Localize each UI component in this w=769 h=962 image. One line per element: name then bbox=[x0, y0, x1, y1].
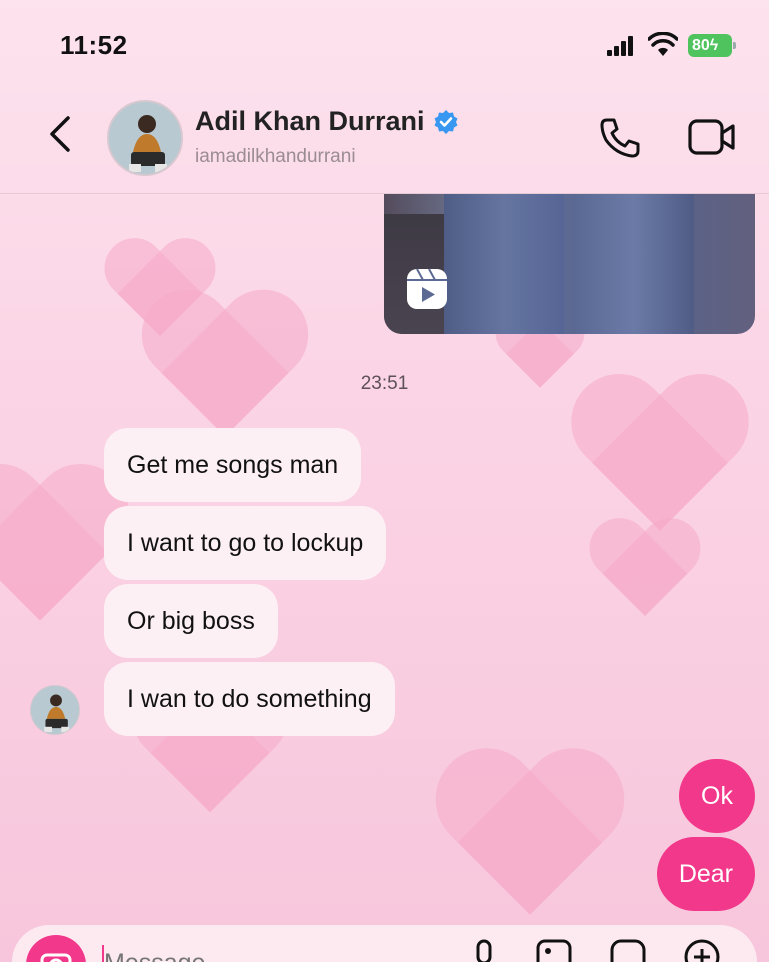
incoming-message[interactable]: Or big boss bbox=[104, 584, 278, 658]
camera-icon bbox=[40, 953, 72, 962]
camera-button[interactable] bbox=[26, 935, 86, 962]
outgoing-message[interactable]: Dear bbox=[656, 837, 755, 911]
add-icon[interactable] bbox=[682, 937, 722, 962]
status-bar: 11:52 80ϟ bbox=[0, 0, 769, 92]
message-composer bbox=[12, 925, 757, 962]
microphone-icon[interactable] bbox=[464, 937, 504, 962]
message-input[interactable] bbox=[104, 943, 404, 962]
outgoing-message[interactable]: Ok bbox=[679, 759, 755, 833]
wifi-icon bbox=[648, 32, 678, 56]
contact-name: Adil Khan Durrani bbox=[195, 106, 425, 136]
incoming-message[interactable]: Get me songs man bbox=[104, 428, 362, 502]
person-avatar-icon bbox=[31, 686, 79, 734]
sticker-icon[interactable] bbox=[608, 937, 648, 962]
charging-bolt-icon: ϟ bbox=[709, 37, 719, 54]
battery-indicator: 80ϟ bbox=[688, 34, 736, 57]
back-arrow-icon[interactable] bbox=[44, 114, 74, 154]
person-avatar-icon bbox=[109, 102, 181, 174]
contact-handle: iamadilkhandurrani bbox=[195, 146, 356, 167]
message-timestamp: 23:51 bbox=[360, 373, 409, 394]
battery-level: 80 bbox=[692, 37, 710, 54]
verified-badge-icon bbox=[434, 109, 458, 134]
signal-icon bbox=[607, 36, 637, 56]
heart-decoration bbox=[585, 520, 705, 630]
sender-avatar[interactable] bbox=[30, 685, 80, 735]
incoming-message[interactable]: I wan to do something bbox=[104, 662, 395, 736]
heart-decoration bbox=[428, 752, 632, 939]
phone-call-icon[interactable] bbox=[598, 116, 642, 160]
chat-header: Adil Khan Durrani iamadilkhandurrani bbox=[0, 92, 769, 194]
gallery-icon[interactable] bbox=[534, 937, 574, 962]
status-time: 11:52 bbox=[60, 30, 128, 60]
contact-name-row[interactable]: Adil Khan Durrani bbox=[195, 106, 459, 137]
incoming-message[interactable]: I want to go to lockup bbox=[104, 506, 387, 580]
video-call-icon[interactable] bbox=[688, 118, 736, 156]
reels-icon bbox=[407, 268, 447, 309]
shared-reel-preview[interactable] bbox=[384, 194, 755, 334]
contact-avatar[interactable] bbox=[107, 100, 183, 176]
